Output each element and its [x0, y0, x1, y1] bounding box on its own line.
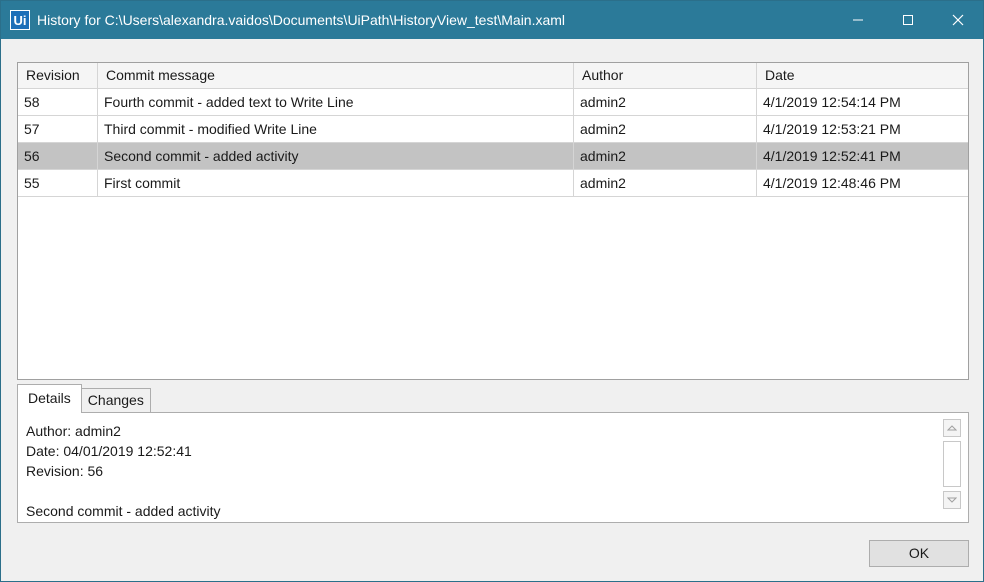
minimize-button[interactable]: [833, 1, 883, 39]
chevron-down-icon: [947, 497, 957, 503]
table-row[interactable]: 55 First commit admin2 4/1/2019 12:48:46…: [18, 170, 968, 197]
details-author: Author: admin2: [26, 423, 121, 439]
window-controls: [833, 1, 983, 39]
close-button[interactable]: [933, 1, 983, 39]
close-icon: [952, 14, 964, 26]
history-window: Ui History for C:\Users\alexandra.vaidos…: [0, 0, 984, 582]
scroll-up-button[interactable]: [943, 419, 961, 437]
cell-author: admin2: [574, 143, 757, 169]
cell-revision: 57: [18, 116, 98, 142]
cell-commit-message: Second commit - added activity: [98, 143, 574, 169]
table-row[interactable]: 58 Fourth commit - added text to Write L…: [18, 89, 968, 116]
grid-header: Revision Commit message Author Date: [18, 63, 968, 89]
details-panel[interactable]: Author: admin2 Date: 04/01/2019 12:52:41…: [17, 412, 969, 523]
table-row[interactable]: 57 Third commit - modified Write Line ad…: [18, 116, 968, 143]
table-row-selected[interactable]: 56 Second commit - added activity admin2…: [18, 143, 968, 170]
cell-commit-message: Third commit - modified Write Line: [98, 116, 574, 142]
cell-commit-message: Fourth commit - added text to Write Line: [98, 89, 574, 115]
chevron-up-icon: [947, 425, 957, 431]
tab-details[interactable]: Details: [17, 384, 82, 413]
window-title: History for C:\Users\alexandra.vaidos\Do…: [37, 12, 566, 28]
scroll-track[interactable]: [943, 441, 961, 487]
cell-date: 4/1/2019 12:53:21 PM: [763, 121, 901, 137]
maximize-button[interactable]: [883, 1, 933, 39]
cell-date: 4/1/2019 12:48:46 PM: [763, 175, 901, 191]
cell-commit-message: First commit: [98, 170, 574, 196]
details-text: Author: admin2 Date: 04/01/2019 12:52:41…: [26, 421, 221, 521]
cell-author: admin2: [574, 116, 757, 142]
history-grid[interactable]: Revision Commit message Author Date 58 F…: [17, 62, 969, 380]
details-tab-strip: Details Changes: [17, 384, 151, 413]
cell-author: admin2: [574, 89, 757, 115]
cell-revision: 55: [18, 170, 98, 196]
cell-revision: 56: [18, 143, 98, 169]
scroll-down-button[interactable]: [943, 491, 961, 509]
cell-author: admin2: [574, 170, 757, 196]
details-date: Date: 04/01/2019 12:52:41: [26, 443, 192, 459]
minimize-icon: [853, 19, 863, 21]
details-revision: Revision: 56: [26, 463, 104, 479]
ok-button[interactable]: OK: [869, 540, 969, 567]
cell-date: 4/1/2019 12:54:14 PM: [763, 94, 901, 110]
column-header-author[interactable]: Author: [574, 63, 757, 89]
cell-revision: 58: [18, 89, 98, 115]
column-header-revision[interactable]: Revision: [18, 63, 98, 89]
details-message: Second commit - added activity: [26, 503, 221, 519]
title-bar[interactable]: Ui History for C:\Users\alexandra.vaidos…: [1, 1, 983, 39]
details-scrollbar[interactable]: [943, 419, 961, 517]
column-header-commit-message[interactable]: Commit message: [98, 63, 574, 89]
column-header-date[interactable]: Date: [757, 63, 968, 89]
cell-date: 4/1/2019 12:52:41 PM: [763, 148, 901, 164]
details-spacer: [26, 481, 221, 501]
tab-changes[interactable]: Changes: [80, 388, 151, 413]
uipath-app-icon: Ui: [10, 10, 30, 30]
maximize-icon: [903, 15, 913, 25]
